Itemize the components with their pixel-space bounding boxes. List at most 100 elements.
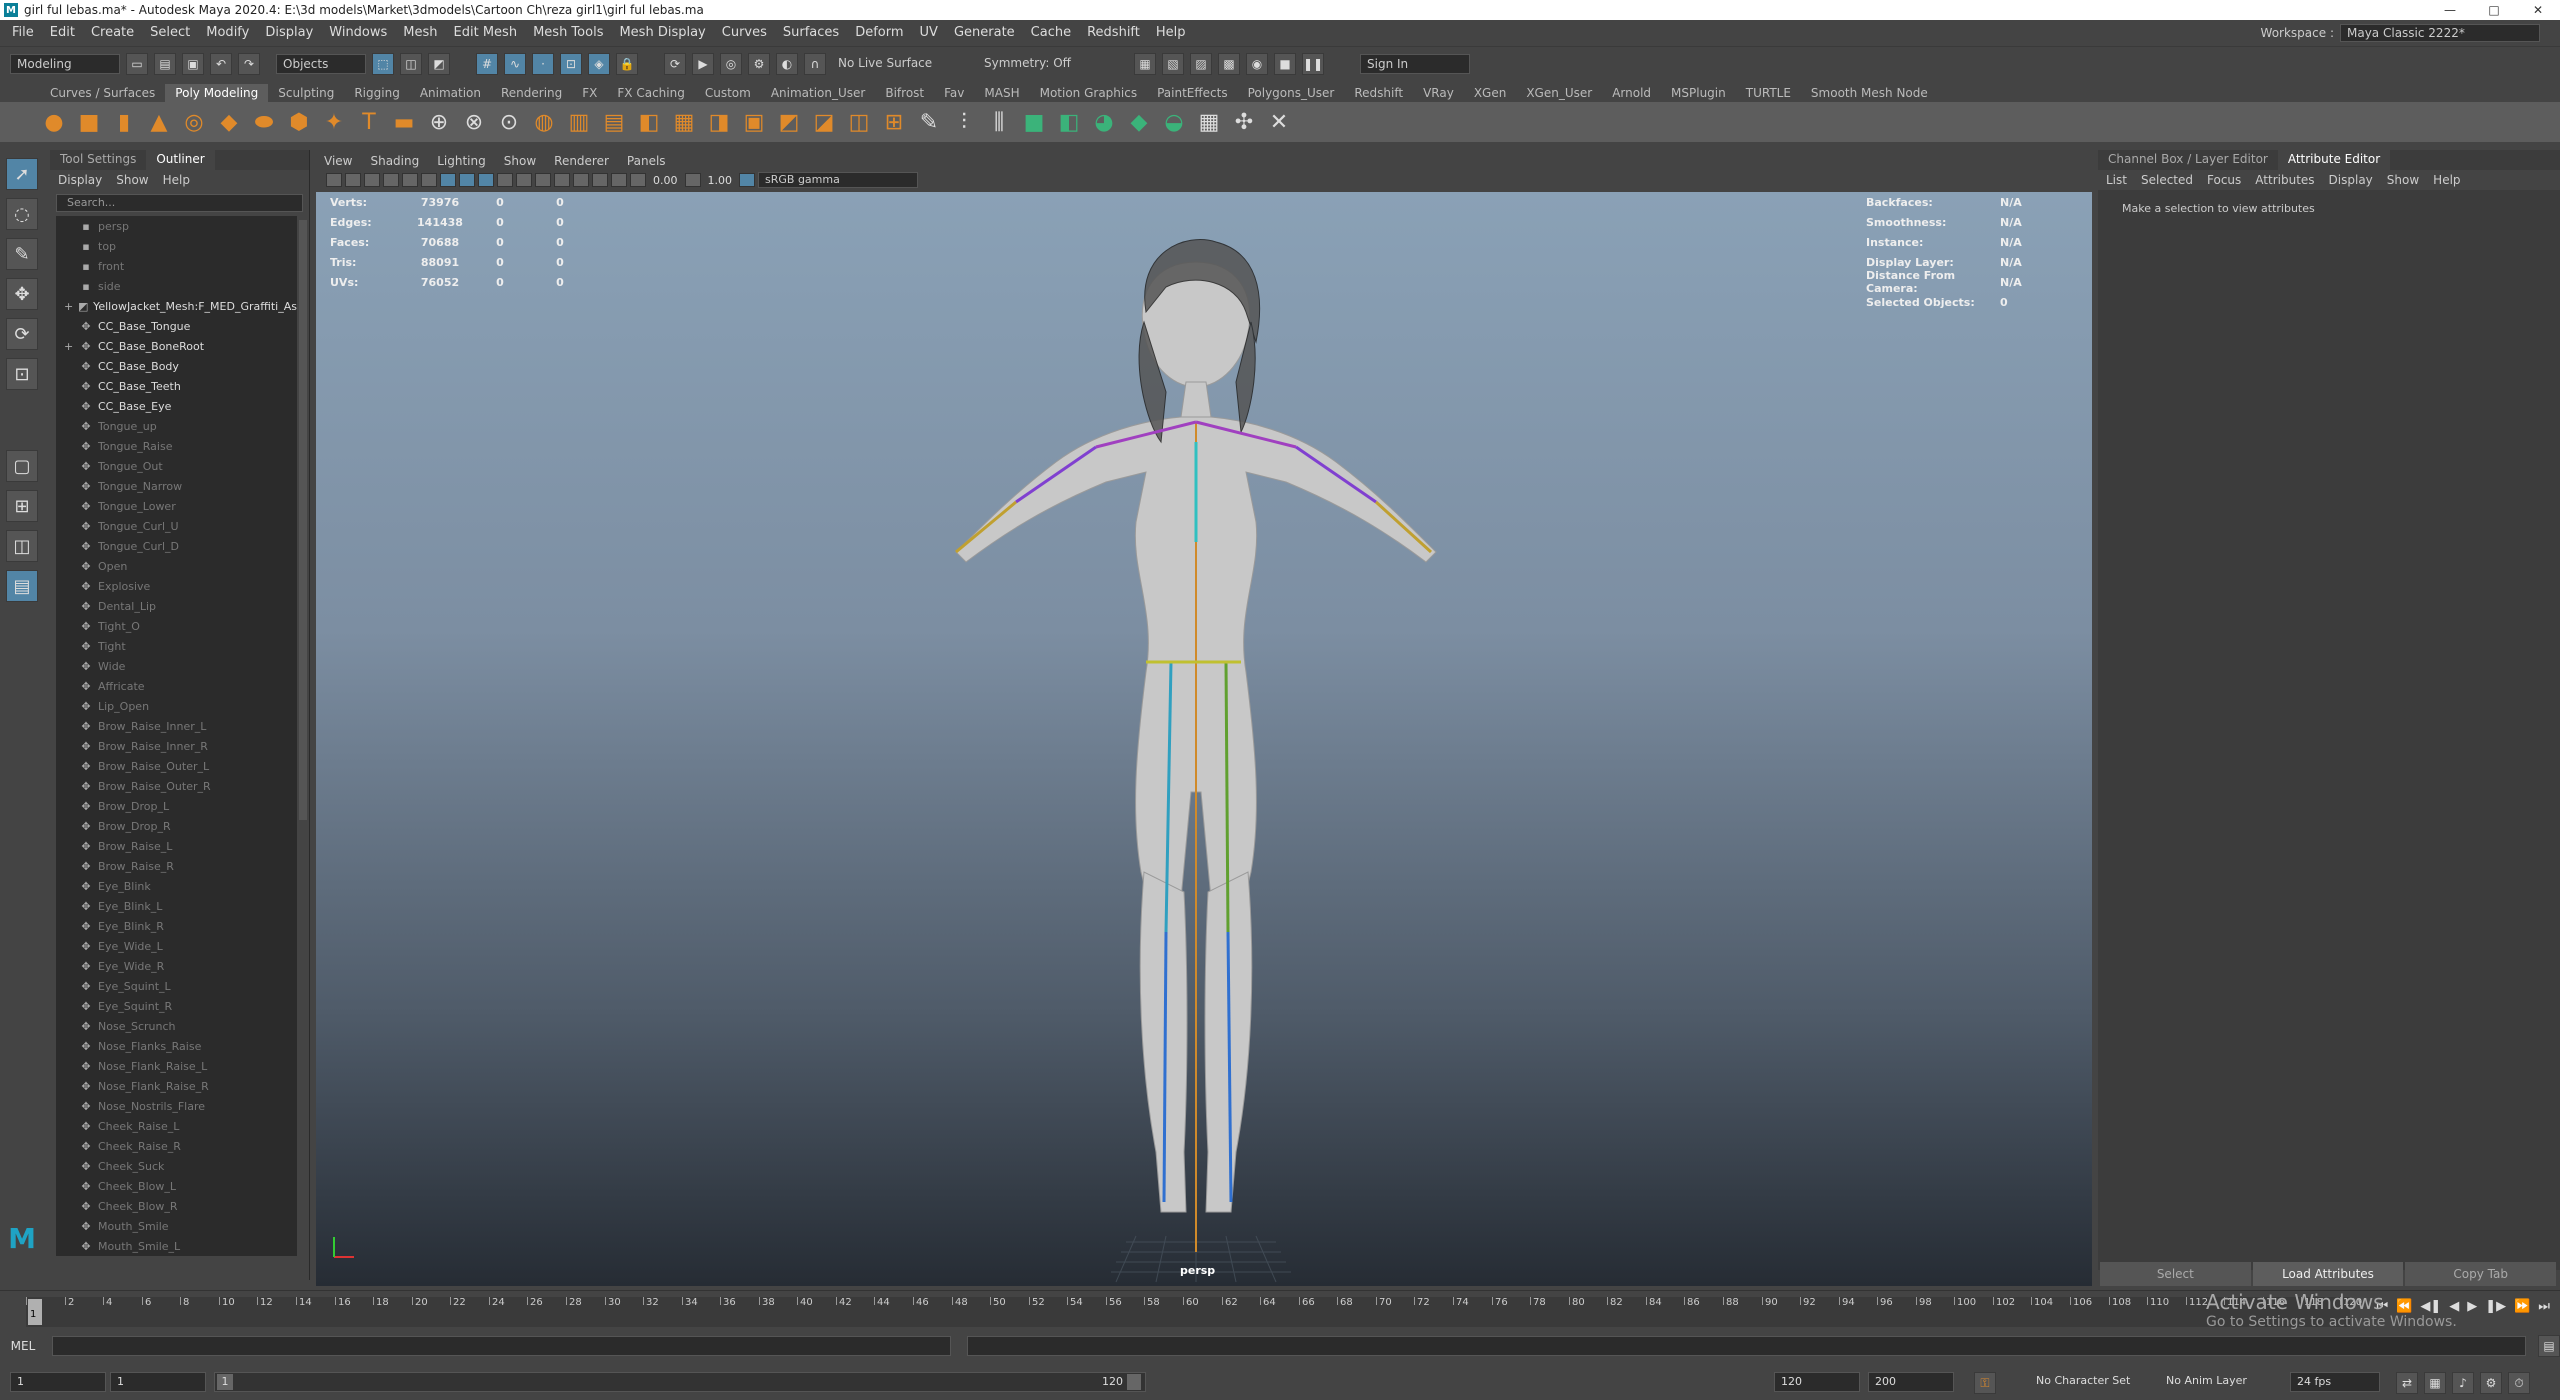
outliner-item[interactable]: ✥ Brow_Raise_Inner_L xyxy=(56,716,297,736)
mel-label[interactable]: MEL xyxy=(0,1339,46,1353)
anim-prefs-icon[interactable]: ⏱ xyxy=(2508,1372,2530,1394)
open-scene-icon[interactable]: ▤ xyxy=(154,52,176,75)
shelf-tab-fx-caching[interactable]: FX Caching xyxy=(607,84,694,102)
menu-modify[interactable]: Modify xyxy=(198,25,257,40)
shelf-tab-turtle[interactable]: TURTLE xyxy=(1736,84,1801,102)
shelf-tab-painteffects[interactable]: PaintEffects xyxy=(1147,84,1237,102)
magnet-icon[interactable]: ∩ xyxy=(804,52,826,75)
four-pane-icon[interactable]: ⊞ xyxy=(6,490,38,522)
expand-icon[interactable]: + xyxy=(64,340,74,353)
menuset-dropdown[interactable]: Modeling xyxy=(10,53,120,74)
character-set-dropdown[interactable]: No Character Set xyxy=(2030,1372,2150,1392)
uv-editor-icon[interactable]: ▦ xyxy=(1195,108,1223,136)
xray-joints-icon[interactable] xyxy=(611,173,627,187)
attr-menu-display[interactable]: Display xyxy=(2329,173,2373,187)
select-hierarchy-icon[interactable]: ⬚ xyxy=(372,52,394,75)
snap-grid-icon[interactable]: # xyxy=(476,52,498,75)
select-component-icon[interactable]: ◩ xyxy=(428,52,450,75)
append-icon[interactable]: ◩ xyxy=(775,108,803,136)
attr-menu-list[interactable]: List xyxy=(2106,173,2127,187)
camera-attr-icon[interactable] xyxy=(345,173,361,187)
outliner-item[interactable]: ✥ Tongue_Narrow xyxy=(56,476,297,496)
outliner-item[interactable]: ✥ Tongue_Lower xyxy=(56,496,297,516)
outliner-item[interactable]: ✥ Cheek_Raise_R xyxy=(56,1136,297,1156)
outliner-pane-icon[interactable]: ▤ xyxy=(6,570,38,602)
ao-icon[interactable] xyxy=(535,173,551,187)
outliner-item[interactable]: ✥ Eye_Squint_L xyxy=(56,976,297,996)
viewport-menu-lighting[interactable]: Lighting xyxy=(437,154,486,168)
new-scene-icon[interactable]: ▭ xyxy=(126,52,148,75)
outliner-item[interactable]: ✥ Brow_Raise_R xyxy=(56,856,297,876)
lasso-tool-icon[interactable]: ◌ xyxy=(6,198,38,230)
render-current-icon[interactable]: ▧ xyxy=(1162,52,1184,75)
character-model[interactable] xyxy=(316,192,2092,1286)
hypershade-icon[interactable]: ◐ xyxy=(776,52,798,75)
render-icon[interactable]: ▶ xyxy=(692,52,714,75)
outliner-item[interactable]: ✥ Tight_O xyxy=(56,616,297,636)
fill-hole-icon[interactable]: ▣ xyxy=(740,108,768,136)
maya-m-icon[interactable]: M xyxy=(6,1222,38,1255)
image-plane-icon[interactable] xyxy=(383,173,399,187)
scale-tool-icon[interactable]: ⊡ xyxy=(6,358,38,390)
viewport-canvas[interactable]: Verts: 73976 0 0 Edges: 141438 0 0 Faces: 70688 0 0… xyxy=(316,192,2092,1286)
attr-menu-attributes[interactable]: Attributes xyxy=(2255,173,2314,187)
animation-end-field[interactable]: 200 xyxy=(1868,1372,1954,1392)
outliner-item[interactable]: ✥ Tongue_Curl_D xyxy=(56,536,297,556)
viewport-menu-renderer[interactable]: Renderer xyxy=(554,154,609,168)
outliner-item[interactable]: ✥ Eye_Blink_L xyxy=(56,896,297,916)
outliner-item[interactable]: ✥ Eye_Blink xyxy=(56,876,297,896)
poly-boolean-icon[interactable]: ◍ xyxy=(530,108,558,136)
fps-dropdown[interactable]: 24 fps xyxy=(2290,1372,2380,1392)
menu-curves[interactable]: Curves xyxy=(714,25,775,40)
outliner-menu-help[interactable]: Help xyxy=(163,173,190,187)
poly-sphere-icon[interactable]: ● xyxy=(40,108,68,136)
shelf-tab-motion-graphics[interactable]: Motion Graphics xyxy=(1030,84,1148,102)
shelf-tab-polygons-user[interactable]: Polygons_User xyxy=(1238,84,1345,102)
render-sequence-icon[interactable]: ▨ xyxy=(1190,52,1212,75)
outliner-item[interactable]: ✥ Nose_Flanks_Raise xyxy=(56,1036,297,1056)
outliner-item[interactable]: ✥ Tongue_Curl_U xyxy=(56,516,297,536)
play-forward-icon[interactable]: ▶ xyxy=(2467,1299,2477,1314)
step-back-key-icon[interactable]: ⏪ xyxy=(2396,1299,2412,1314)
poly-combine-icon[interactable]: ⊕ xyxy=(425,108,453,136)
poly-torus-icon[interactable]: ◎ xyxy=(180,108,208,136)
outliner-item[interactable]: ✥ Affricate xyxy=(56,676,297,696)
menu-redshift[interactable]: Redshift xyxy=(1079,25,1148,40)
outliner-item[interactable]: ✥ Nose_Flank_Raise_L xyxy=(56,1056,297,1076)
shelf-tab-fx[interactable]: FX xyxy=(572,84,607,102)
outliner-menu-display[interactable]: Display xyxy=(58,173,102,187)
poly-star-icon[interactable]: ✦ xyxy=(320,108,348,136)
outliner-item[interactable]: ✥ Brow_Drop_R xyxy=(56,816,297,836)
tab-outliner[interactable]: Outliner xyxy=(146,150,215,170)
outliner-item[interactable]: ✥ Cheek_Blow_R xyxy=(56,1196,297,1216)
menu-display[interactable]: Display xyxy=(257,25,321,40)
camera-select-icon[interactable] xyxy=(326,173,342,187)
outliner-item[interactable]: ✥ Tight xyxy=(56,636,297,656)
menu-file[interactable]: File xyxy=(4,25,42,40)
viewport-menu-shading[interactable]: Shading xyxy=(370,154,419,168)
outliner-item[interactable]: ✥ Tongue_Raise xyxy=(56,436,297,456)
live-surface-label[interactable]: No Live Surface xyxy=(832,54,942,74)
outliner-search[interactable]: Search... xyxy=(56,194,303,212)
unfold-icon[interactable]: ✣ xyxy=(1230,108,1258,136)
menu-mesh[interactable]: Mesh xyxy=(395,25,445,40)
lights-icon[interactable] xyxy=(497,173,513,187)
outliner-scrollbar[interactable] xyxy=(299,220,307,820)
outliner-item[interactable]: ✥ Brow_Raise_Outer_L xyxy=(56,756,297,776)
anim-layer-dropdown[interactable]: No Anim Layer xyxy=(2160,1372,2280,1392)
symmetry-label[interactable]: Symmetry: Off xyxy=(978,54,1088,74)
shelf-tab-arnold[interactable]: Arnold xyxy=(1602,84,1661,102)
snap-view-icon[interactable]: ⊡ xyxy=(560,52,582,75)
select-tool-icon[interactable]: ➚ xyxy=(6,158,38,190)
prefs-icon[interactable]: ⚙ xyxy=(2480,1372,2502,1394)
poly-soccer-icon[interactable]: ⬢ xyxy=(285,108,313,136)
selection-mode-dropdown[interactable]: Objects xyxy=(276,53,366,74)
undo-icon[interactable]: ↶ xyxy=(210,52,232,75)
merge-icon[interactable]: ◪ xyxy=(810,108,838,136)
multi-cut-icon[interactable]: ✎ xyxy=(915,108,943,136)
ipr-icon[interactable]: ◎ xyxy=(720,52,742,75)
spherical-uv-icon[interactable]: ◕ xyxy=(1090,108,1118,136)
outliner-item[interactable]: ✥ Brow_Raise_L xyxy=(56,836,297,856)
render-stop-icon[interactable]: ■ xyxy=(1274,52,1296,75)
outliner-item[interactable]: ▪ front xyxy=(56,256,297,276)
